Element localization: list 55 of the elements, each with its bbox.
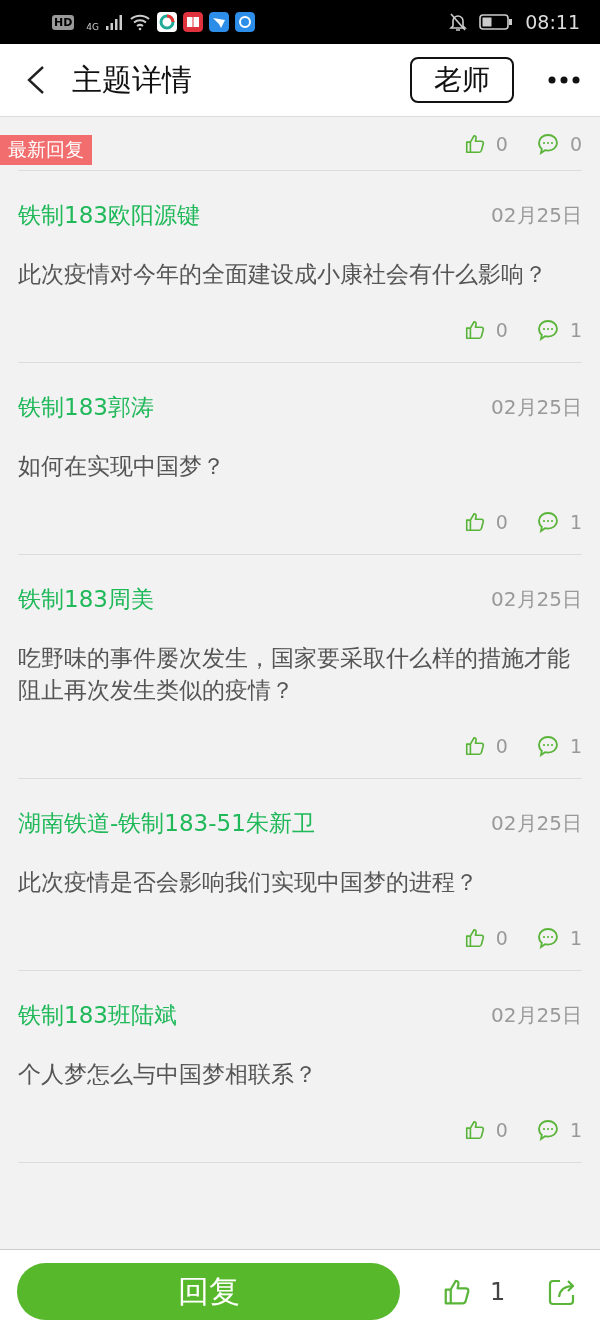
comment-count: 1 xyxy=(569,319,582,341)
post-text: 此次疫情对今年的全面建设成小康社会有什么影响？ xyxy=(18,260,548,289)
wifi-icon xyxy=(129,13,152,31)
post-date: 02月25日 xyxy=(491,585,582,613)
like-icon[interactable] xyxy=(463,132,486,155)
like-count: 0 xyxy=(495,735,508,757)
like-icon[interactable] xyxy=(463,735,486,757)
page-title: 主题详情 xyxy=(72,60,192,99)
comment-icon[interactable] xyxy=(535,318,560,342)
like-count: 0 xyxy=(495,319,508,341)
comment-icon[interactable] xyxy=(535,1118,560,1142)
post-text: 吃野味的事件屡次发生，国家要采取什么样的措施才能阻止再次发生类似的疫情？ xyxy=(18,644,571,705)
author-name[interactable]: 湖南铁道-铁制183-51朱新卫 xyxy=(18,807,315,839)
like-icon[interactable] xyxy=(463,1119,486,1141)
comment-icon[interactable] xyxy=(535,734,560,758)
comment-icon[interactable] xyxy=(535,926,560,950)
signal-icon xyxy=(105,13,124,31)
teacher-button[interactable]: 老师 xyxy=(410,57,514,103)
comment-count: 1 xyxy=(569,511,582,533)
more-icon[interactable] xyxy=(548,76,580,84)
hd-indicator: HD xyxy=(52,14,75,30)
comment-count: 1 xyxy=(569,735,582,757)
like-count: 0 xyxy=(495,132,508,155)
author-name[interactable]: 铁制183班陆斌 xyxy=(18,999,177,1031)
battery-icon xyxy=(479,13,514,31)
like-count: 0 xyxy=(495,927,508,949)
like-count: 0 xyxy=(495,1119,508,1141)
post-date: 02月25日 xyxy=(491,393,582,421)
like-count: 0 xyxy=(495,511,508,533)
comment-count: 0 xyxy=(569,132,582,155)
clock-time: 08:11 xyxy=(525,11,580,33)
book-icon xyxy=(183,12,204,32)
comment-count: 1 xyxy=(569,1119,582,1141)
author-name[interactable]: 铁制183郭涛 xyxy=(18,391,154,423)
comment-icon[interactable] xyxy=(535,131,560,156)
network-label: 4G xyxy=(86,22,100,32)
reply-button[interactable]: 回复 xyxy=(17,1263,400,1320)
latest-reply-badge: 最新回复 xyxy=(0,135,92,165)
comment-icon[interactable] xyxy=(535,510,560,534)
bell-off-icon xyxy=(449,12,468,32)
author-name[interactable]: 铁制183欧阳源键 xyxy=(18,199,200,231)
post-text: 个人梦怎么与中国梦相联系？ xyxy=(18,1060,318,1089)
post-date: 02月25日 xyxy=(491,1001,582,1029)
post-date: 02月25日 xyxy=(491,809,582,837)
back-icon[interactable] xyxy=(26,65,46,95)
comment-count: 1 xyxy=(569,927,582,949)
like-icon[interactable] xyxy=(463,927,486,949)
post-text: 此次疫情是否会影响我们实现中国梦的进程？ xyxy=(18,868,479,897)
app-icon xyxy=(157,12,178,32)
post-text: 如何在实现中国梦？ xyxy=(18,452,226,481)
post-date: 02月25日 xyxy=(491,201,582,229)
like-icon[interactable] xyxy=(463,319,486,341)
like-icon[interactable] xyxy=(463,511,486,533)
like-count: 1 xyxy=(490,1277,506,1306)
author-name[interactable]: 铁制183周美 xyxy=(18,583,154,615)
